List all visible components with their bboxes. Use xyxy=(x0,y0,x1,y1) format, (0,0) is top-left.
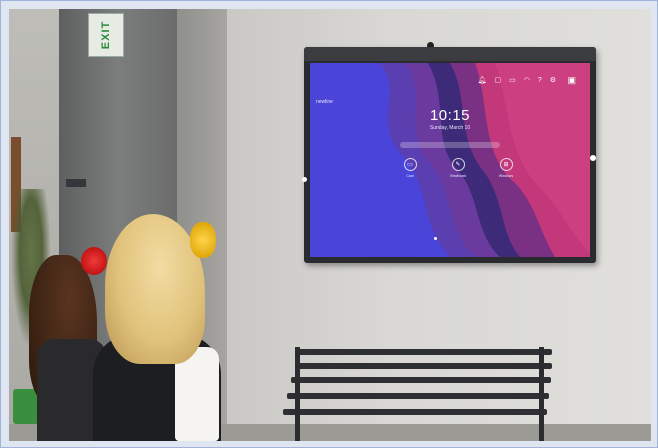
bench-slat xyxy=(287,393,549,399)
bench-slat xyxy=(283,409,547,415)
bench-slat xyxy=(295,363,552,369)
red-hair-bow xyxy=(81,247,107,275)
bench xyxy=(277,347,552,441)
clock-widget: 10:15 Sunday, March 10 xyxy=(310,107,590,131)
cast-icon: ▭ xyxy=(403,158,417,171)
image-frame: EXIT newline 🔔︎ ▢ ▭ ◠ ? ⚙ ▣ 10:15 Sunday… xyxy=(0,0,658,448)
bench-slat xyxy=(297,349,552,355)
bench-slat xyxy=(291,377,551,383)
plant-pot xyxy=(13,389,39,424)
clock-time: 10:15 xyxy=(429,107,471,124)
app-label: Windows xyxy=(498,174,514,178)
page-indicator xyxy=(434,237,437,240)
settings-icon[interactable]: ⚙ xyxy=(550,77,556,84)
windows-icon: ⊞ xyxy=(499,158,513,171)
wifi-icon[interactable]: ◠ xyxy=(524,77,530,84)
app-windows[interactable]: ⊞ Windows xyxy=(492,158,520,178)
brand-logo: newline xyxy=(316,99,333,105)
bench-leg xyxy=(295,347,300,441)
bench-leg xyxy=(539,347,544,441)
app-viewboard[interactable]: ✎ Viewboard xyxy=(444,158,472,178)
exit-icon[interactable]: ▣ xyxy=(567,75,576,86)
clock-date: Sunday, March 10 xyxy=(429,125,471,131)
display-screen[interactable]: newline 🔔︎ ▢ ▭ ◠ ? ⚙ ▣ 10:15 Sunday, Mar… xyxy=(310,63,590,257)
exit-sign-text: EXIT xyxy=(99,20,112,50)
interactive-display: newline 🔔︎ ▢ ▭ ◠ ? ⚙ ▣ 10:15 Sunday, Mar… xyxy=(302,47,596,263)
yellow-hair-bow xyxy=(190,222,216,258)
display-top-bezel xyxy=(304,47,596,61)
help-icon[interactable]: ? xyxy=(538,77,542,84)
app-cast[interactable]: ▭ Cast xyxy=(396,158,424,178)
cast-icon[interactable]: ▭ xyxy=(509,77,516,84)
status-bar: 🔔︎ ▢ ▭ ◠ ? ⚙ xyxy=(478,77,556,84)
lock-icon[interactable]: ▢ xyxy=(494,77,501,84)
app-label: Cast xyxy=(406,174,414,178)
search-bar[interactable] xyxy=(400,142,500,148)
whiteboard-icon: ✎ xyxy=(451,158,465,171)
side-menu-handle-right[interactable] xyxy=(590,155,596,161)
app-row: ▭ Cast ✎ Viewboard ⊞ Windows xyxy=(396,158,520,178)
photo: EXIT newline 🔔︎ ▢ ▭ ◠ ? ⚙ ▣ 10:15 Sunday… xyxy=(9,9,651,441)
door-plate xyxy=(66,179,86,187)
side-menu-handle-left[interactable] xyxy=(302,177,307,182)
bell-icon[interactable]: 🔔︎ xyxy=(478,77,487,84)
exit-sign: EXIT xyxy=(88,13,124,57)
app-label: Viewboard xyxy=(449,174,467,178)
